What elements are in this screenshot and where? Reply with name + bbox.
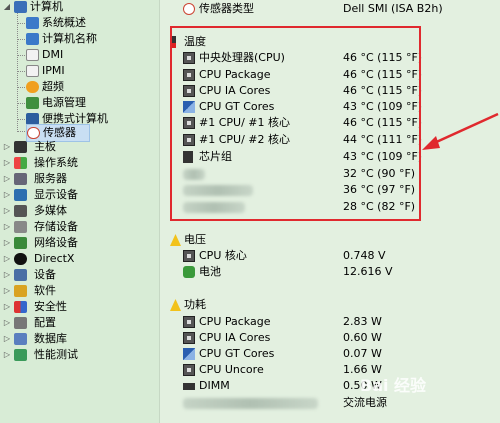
network-icon [14,237,27,249]
arrow-shaft [431,112,499,146]
cpu-chip-icon [183,316,195,328]
gauge-icon [27,127,40,139]
expand-icon[interactable]: ▷ [2,283,12,299]
navigation-tree: ◢ 计算机 系统概述 计算机名称 DMI IPMI 超频 电源管理 便携式计算机… [0,0,160,423]
redacted-label [183,398,318,409]
watermark-logo: Bai 经验 [360,376,427,395]
expand-icon[interactable]: ▷ [2,155,12,171]
cpu-chip-icon [183,250,195,262]
dmi-icon [26,49,39,61]
collapse-icon[interactable]: ◢ [2,0,12,15]
expand-icon[interactable]: ▷ [2,203,12,219]
system-summary-icon [26,17,39,29]
ipmi-icon [26,65,39,77]
arrow-annotation [422,112,499,150]
computer-icon [14,1,27,13]
expand-icon[interactable]: ▷ [2,219,12,235]
expand-icon[interactable]: ▷ [2,315,12,331]
expand-icon[interactable]: ▷ [2,187,12,203]
expand-icon[interactable]: ▷ [2,171,12,187]
benchmark-icon [14,349,27,361]
monitor-icon [14,189,27,201]
expand-icon[interactable]: ▷ [2,331,12,347]
software-icon [14,285,27,297]
gpu-icon [183,348,195,360]
highlight-box [170,26,421,221]
expand-icon[interactable]: ▷ [2,139,12,155]
expand-icon[interactable]: ▷ [2,299,12,315]
battery-icon [183,266,195,278]
expand-icon[interactable]: ▷ [2,267,12,283]
expand-icon[interactable]: ▷ [2,347,12,363]
gauge-icon [183,3,195,15]
motherboard-icon [14,141,27,153]
devices-icon [14,269,27,281]
speaker-icon [14,205,27,217]
directx-icon [14,253,27,265]
cpu-chip-icon [183,364,195,376]
arrow-head [422,136,440,150]
memory-icon [183,383,195,390]
shield-icon [14,301,27,313]
config-icon [14,317,27,329]
computer-name-icon [26,33,39,45]
power-plug-icon [26,97,39,109]
hard-drive-icon [14,221,27,233]
expand-icon[interactable]: ▷ [2,235,12,251]
expand-icon[interactable]: ▷ [2,251,12,267]
cpu-chip-icon [183,332,195,344]
server-icon [14,173,27,185]
tree-item-computer[interactable]: ◢ 计算机 [0,0,159,15]
windows-icon [14,157,27,169]
database-icon [14,333,27,345]
flame-icon [26,81,39,93]
